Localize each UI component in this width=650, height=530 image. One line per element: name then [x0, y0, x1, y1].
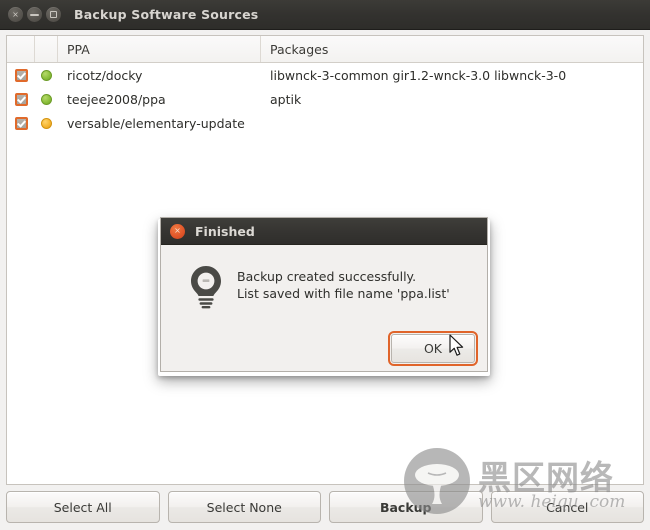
- dialog-message-line-1: Backup created successfully.: [237, 269, 417, 284]
- column-header-check[interactable]: [7, 36, 35, 62]
- column-header-packages[interactable]: Packages: [261, 36, 643, 62]
- maximize-icon: [50, 11, 57, 18]
- select-all-button[interactable]: Select All: [6, 491, 160, 523]
- status-dot-icon: [41, 69, 52, 81]
- row-ppa-name: teejee2008/ppa: [67, 91, 166, 107]
- backup-software-sources-window: × Backup Software Sources PPA Packages r…: [0, 0, 650, 530]
- dialog-actions: OK: [388, 331, 478, 366]
- table-row[interactable]: versable/elementary-update: [7, 111, 643, 135]
- row-packages: libwnck-3-common gir1.2-wnck-3.0 libwnck…: [270, 67, 567, 83]
- backup-button[interactable]: Backup: [329, 491, 483, 523]
- table-body: ricotz/docky libwnck-3-common gir1.2-wnc…: [7, 63, 643, 135]
- cancel-button[interactable]: Cancel: [490, 491, 644, 523]
- minimize-icon: [30, 14, 39, 16]
- dialog-titlebar: × Finished: [161, 218, 487, 245]
- row-status-cell: [35, 87, 58, 111]
- row-ppa-name: versable/elementary-update: [67, 115, 245, 131]
- dialog-body: Backup created successfully. List saved …: [161, 245, 487, 371]
- row-checkbox-cell[interactable]: [7, 87, 35, 111]
- status-dot-icon: [41, 93, 52, 105]
- window-close-button[interactable]: ×: [8, 7, 23, 22]
- finished-dialog: × Finished Backup created successfully. …: [160, 217, 488, 372]
- row-status-cell: [35, 111, 58, 135]
- table-header-row: PPA Packages: [7, 36, 643, 63]
- table-row[interactable]: teejee2008/ppa aptik: [7, 87, 643, 111]
- dialog-message-line-2: List saved with file name 'ppa.list': [237, 286, 450, 301]
- row-packages: [261, 111, 643, 135]
- select-none-button[interactable]: Select None: [167, 491, 321, 523]
- column-header-ppa[interactable]: PPA: [58, 36, 261, 62]
- window-title: Backup Software Sources: [74, 7, 259, 22]
- window-titlebar: × Backup Software Sources: [0, 0, 650, 30]
- action-button-bar: Select All Select None Backup Cancel: [6, 491, 644, 523]
- row-checkbox[interactable]: [14, 92, 28, 106]
- close-icon: ×: [12, 9, 19, 19]
- row-checkbox-cell[interactable]: [7, 111, 35, 135]
- close-icon: ×: [174, 226, 181, 235]
- window-minimize-button[interactable]: [27, 7, 42, 22]
- row-packages: aptik: [270, 91, 302, 107]
- row-checkbox[interactable]: [14, 116, 28, 130]
- dialog-title: Finished: [195, 223, 255, 239]
- row-status-cell: [35, 63, 58, 87]
- column-header-status[interactable]: [35, 36, 58, 62]
- window-maximize-button[interactable]: [46, 7, 61, 22]
- ok-button[interactable]: OK: [388, 331, 478, 366]
- dialog-close-button[interactable]: ×: [170, 223, 185, 239]
- row-checkbox-cell[interactable]: [7, 63, 35, 87]
- status-dot-icon: [41, 117, 52, 129]
- row-checkbox[interactable]: [14, 68, 28, 82]
- table-row[interactable]: ricotz/docky libwnck-3-common gir1.2-wnc…: [7, 63, 643, 87]
- lightbulb-icon: [175, 259, 237, 371]
- row-ppa-name: ricotz/docky: [67, 67, 143, 83]
